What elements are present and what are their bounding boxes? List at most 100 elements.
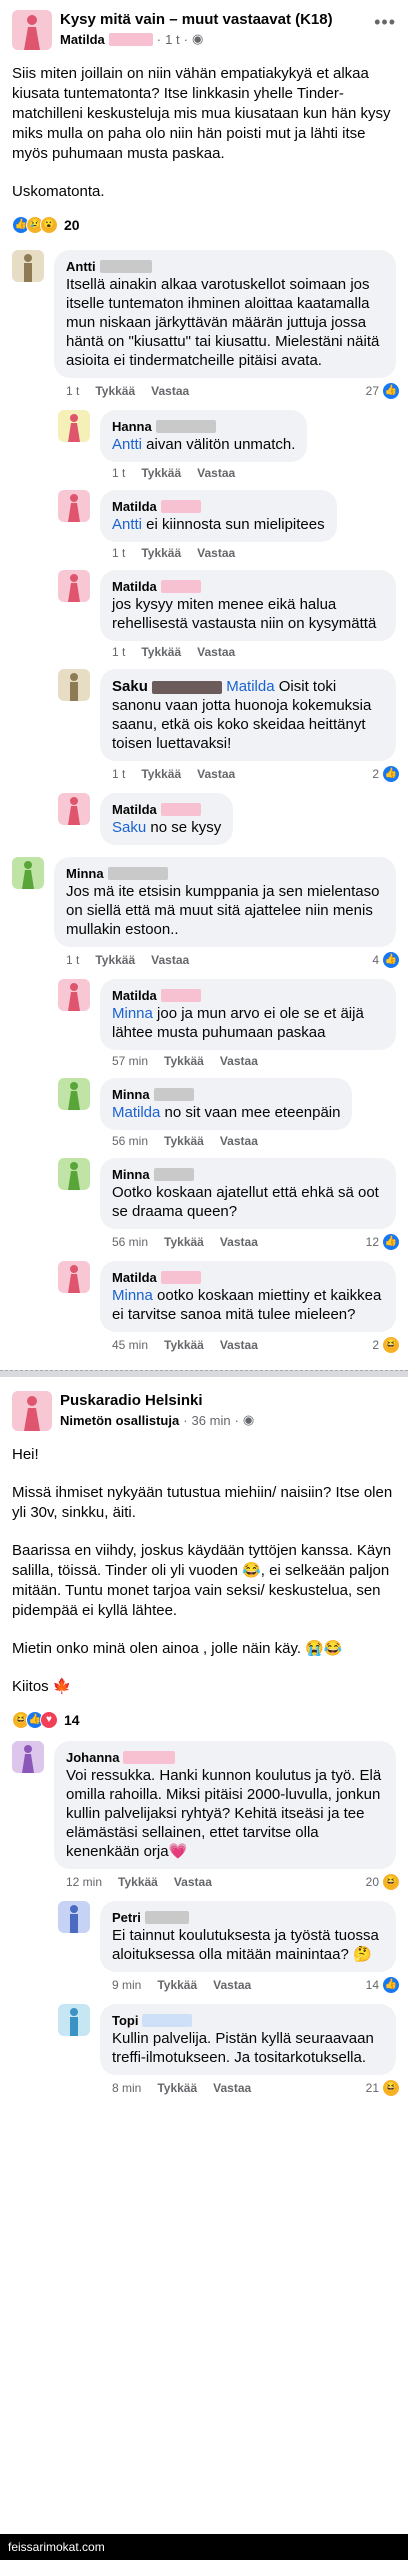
avatar[interactable]: [58, 1158, 90, 1190]
commenter-name[interactable]: Topi: [112, 2012, 138, 2029]
comment-time[interactable]: 9 min: [112, 1978, 141, 1992]
commenter-name[interactable]: Minna: [66, 865, 104, 882]
comment-text: Ei tainnut koulutuksesta ja työstä tuoss…: [112, 1927, 379, 1963]
avatar[interactable]: [12, 1741, 44, 1773]
author-name[interactable]: Matilda: [60, 32, 105, 47]
avatar[interactable]: [58, 490, 90, 522]
avatar[interactable]: [12, 10, 52, 50]
mention-link[interactable]: Matilda: [112, 1104, 160, 1121]
redaction: [160, 1271, 201, 1284]
mention-link[interactable]: Minna: [112, 1005, 153, 1022]
commenter-name[interactable]: Minna: [112, 1086, 150, 1103]
reply-button[interactable]: Vastaa: [197, 466, 235, 480]
like-button[interactable]: Tykkää: [141, 546, 181, 560]
comment-reply: Minna Matilda no sit vaan mee eteenpäin …: [58, 1078, 396, 1148]
post-2: Puskaradio Helsinki Nimetön osallistuja ·…: [0, 1377, 408, 2097]
avatar[interactable]: [12, 250, 44, 282]
post-title[interactable]: Kysy mitä vain – muut vastaavat (K18): [60, 10, 396, 29]
avatar[interactable]: [58, 2004, 90, 2036]
avatar[interactable]: [12, 1391, 52, 1431]
like-button[interactable]: Tykkää: [95, 953, 135, 967]
comment-time[interactable]: 56 min: [112, 1134, 148, 1148]
reply-button[interactable]: Vastaa: [213, 2081, 251, 2095]
reply-button[interactable]: Vastaa: [220, 1134, 258, 1148]
avatar[interactable]: [58, 979, 90, 1011]
commenter-name[interactable]: Matilda: [112, 1269, 157, 1286]
comment-time[interactable]: 8 min: [112, 2081, 141, 2095]
reply-button[interactable]: Vastaa: [197, 767, 235, 781]
avatar[interactable]: [12, 857, 44, 889]
commenter-name[interactable]: Minna: [112, 1166, 150, 1183]
post-body: Hei! Missä ihmiset nykyään tutustua mieh…: [12, 1445, 396, 1697]
comment-time[interactable]: 1 t: [112, 466, 125, 480]
reaction-summary[interactable]: 😆 👍 ♥ 14: [12, 1711, 396, 1729]
author-name[interactable]: Nimetön osallistuja: [60, 1413, 179, 1428]
comment-bubble: Antti Itsellä ainakin alkaa varotuskello…: [54, 250, 396, 378]
reaction-count: 2: [372, 767, 379, 781]
comment-bubble: Matilda Saku no se kysy: [100, 793, 234, 845]
avatar[interactable]: [58, 1901, 90, 1933]
comment-time[interactable]: 1 t: [112, 546, 125, 560]
commenter-name[interactable]: Matilda: [112, 987, 157, 1004]
commenter-name[interactable]: Johanna: [66, 1749, 119, 1766]
mention-link[interactable]: Matilda: [226, 678, 274, 695]
like-reaction-icon: 👍: [382, 382, 400, 400]
comment-time[interactable]: 1 t: [66, 953, 79, 967]
comment-time[interactable]: 1 t: [112, 767, 125, 781]
like-button[interactable]: Tykkää: [164, 1054, 204, 1068]
reply-button[interactable]: Vastaa: [151, 384, 189, 398]
commenter-name[interactable]: Saku: [112, 678, 148, 695]
post-paragraph: Siis miten joillain on niin vähän empati…: [12, 65, 391, 162]
post-time[interactable]: 36 min: [192, 1413, 231, 1428]
avatar[interactable]: [58, 410, 90, 442]
commenter-name[interactable]: Petri: [112, 1909, 141, 1926]
wow-reaction-icon: 😮: [40, 216, 58, 234]
like-button[interactable]: Tykkää: [164, 1235, 204, 1249]
avatar[interactable]: [58, 1078, 90, 1110]
reply-button[interactable]: Vastaa: [220, 1054, 258, 1068]
avatar[interactable]: [58, 669, 90, 701]
group-name[interactable]: Puskaradio Helsinki: [60, 1391, 396, 1410]
like-button[interactable]: Tykkää: [118, 1875, 158, 1889]
avatar[interactable]: [58, 1261, 90, 1293]
reply-button[interactable]: Vastaa: [174, 1875, 212, 1889]
comment-time[interactable]: 12 min: [66, 1875, 102, 1889]
like-button[interactable]: Tykkää: [157, 2081, 197, 2095]
mention-link[interactable]: Minna: [112, 1287, 153, 1304]
commenter-name[interactable]: Antti: [66, 258, 96, 275]
mention-link[interactable]: Antti: [112, 436, 142, 453]
comment: Antti Itsellä ainakin alkaa varotuskello…: [12, 250, 400, 400]
commenter-name[interactable]: Hanna: [112, 418, 152, 435]
like-button[interactable]: Tykkää: [141, 767, 181, 781]
reply-button[interactable]: Vastaa: [220, 1235, 258, 1249]
more-options-icon[interactable]: •••: [374, 12, 396, 33]
like-button[interactable]: Tykkää: [157, 1978, 197, 1992]
like-button[interactable]: Tykkää: [95, 384, 135, 398]
like-button[interactable]: Tykkää: [141, 466, 181, 480]
post-body: Siis miten joillain on niin vähän empati…: [12, 64, 396, 202]
mention-link[interactable]: Saku: [112, 819, 146, 836]
like-button[interactable]: Tykkää: [141, 645, 181, 659]
commenter-name[interactable]: Matilda: [112, 578, 157, 595]
mention-link[interactable]: Antti: [112, 516, 142, 533]
like-button[interactable]: Tykkää: [164, 1134, 204, 1148]
commenter-name[interactable]: Matilda: [112, 498, 157, 515]
reaction-summary[interactable]: 👍 😢 😮 20: [12, 216, 396, 234]
avatar[interactable]: [58, 570, 90, 602]
reply-button[interactable]: Vastaa: [151, 953, 189, 967]
comment-time[interactable]: 45 min: [112, 1338, 148, 1352]
avatar[interactable]: [58, 793, 90, 825]
comment-reply: Petri Ei tainnut koulutuksesta ja työstä…: [58, 1901, 400, 1994]
commenter-name[interactable]: Matilda: [112, 801, 157, 818]
like-button[interactable]: Tykkää: [164, 1338, 204, 1352]
reply-button[interactable]: Vastaa: [213, 1978, 251, 1992]
reply-button[interactable]: Vastaa: [220, 1338, 258, 1352]
comment-time[interactable]: 56 min: [112, 1235, 148, 1249]
comment-time[interactable]: 1 t: [66, 384, 79, 398]
comment-time[interactable]: 57 min: [112, 1054, 148, 1068]
post-time[interactable]: 1 t: [165, 32, 179, 47]
comment-time[interactable]: 1 t: [112, 645, 125, 659]
reply-button[interactable]: Vastaa: [197, 645, 235, 659]
reply-button[interactable]: Vastaa: [197, 546, 235, 560]
reaction-count: 12: [365, 1235, 379, 1249]
